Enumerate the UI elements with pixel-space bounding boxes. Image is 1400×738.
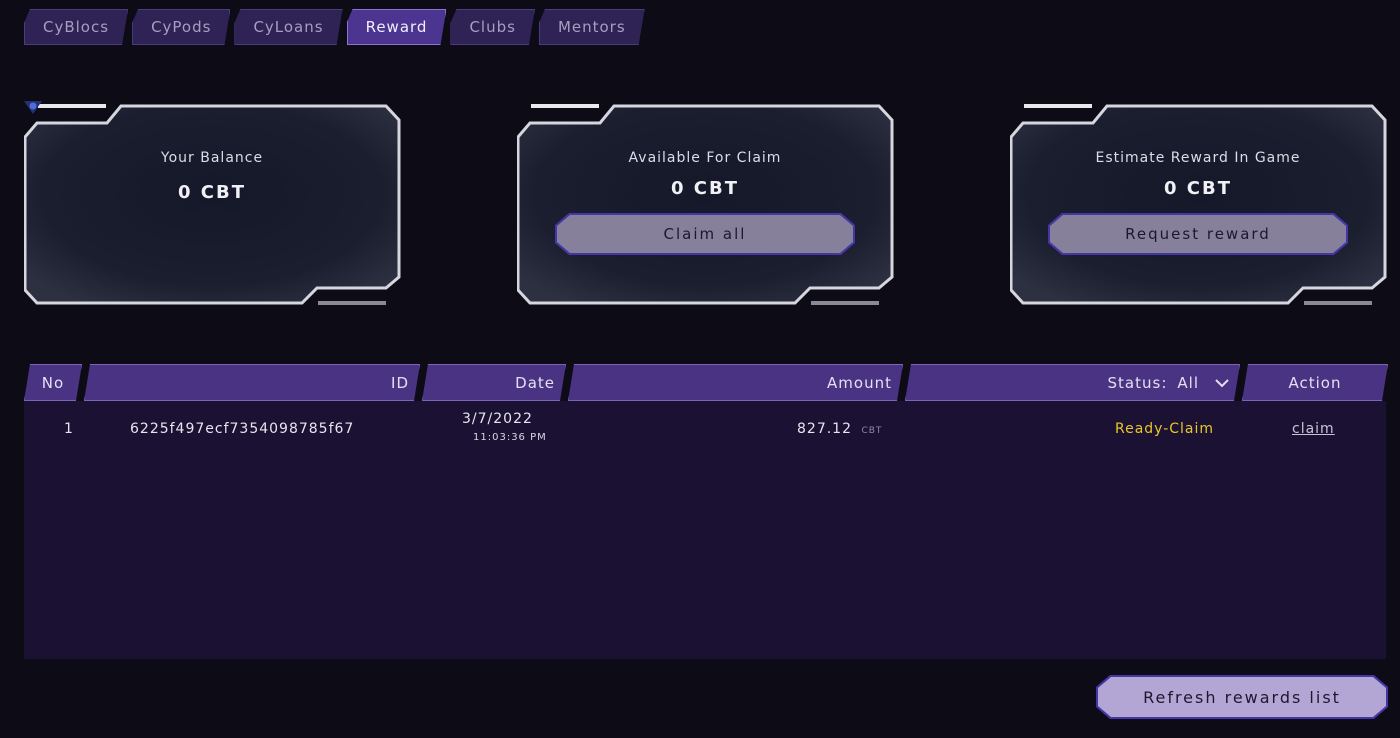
tab-cypods[interactable]: CyPods xyxy=(132,9,230,45)
claim-all-button[interactable]: Claim all xyxy=(555,213,855,255)
chevron-down-icon xyxy=(1215,378,1229,388)
header-no: No xyxy=(24,364,82,401)
row-no: 1 xyxy=(64,421,74,437)
row-time: 11:03:36 PM xyxy=(473,432,547,443)
claim-card: Available For Claim 0 CBT Claim all xyxy=(517,100,895,306)
header-date: Date xyxy=(422,364,566,401)
estimate-value: 0 CBT xyxy=(1164,178,1232,199)
header-id: ID xyxy=(84,364,420,401)
request-reward-button[interactable]: Request reward xyxy=(1048,213,1348,255)
estimate-label: Estimate Reward In Game xyxy=(1095,150,1301,166)
table-row: 1 6225f497ecf7354098785f67 3/7/2022 11:0… xyxy=(24,401,1386,461)
header-amount: Amount xyxy=(568,364,903,401)
row-amount: 827.12 CBT xyxy=(797,421,882,437)
status-badge: Ready-Claim xyxy=(1115,421,1215,437)
tab-mentors[interactable]: Mentors xyxy=(539,9,645,45)
nav-tabs: CyBlocs CyPods CyLoans Reward Clubs Ment… xyxy=(24,9,645,45)
estimate-card: Estimate Reward In Game 0 CBT Request re… xyxy=(1010,100,1388,306)
claim-link[interactable]: claim xyxy=(1292,421,1335,437)
tab-reward[interactable]: Reward xyxy=(347,9,447,45)
status-filter-value: All xyxy=(1177,373,1199,392)
status-filter-dropdown[interactable]: Status: All xyxy=(905,364,1240,401)
balance-card: Your Balance 0 CBT xyxy=(24,100,402,306)
claim-value: 0 CBT xyxy=(671,178,739,199)
refresh-rewards-label: Refresh rewards list xyxy=(1143,687,1341,707)
rewards-table: No ID Date Amount Status: All Action 1 6… xyxy=(24,364,1388,659)
header-action: Action xyxy=(1242,364,1388,401)
amount-value: 827.12 xyxy=(797,421,852,437)
balance-value: 0 CBT xyxy=(178,182,246,203)
balance-label: Your Balance xyxy=(160,150,264,166)
token-icon xyxy=(24,101,42,114)
claim-label: Available For Claim xyxy=(628,150,782,166)
request-reward-label: Request reward xyxy=(1125,225,1271,243)
tab-cyblocs[interactable]: CyBlocs xyxy=(24,9,128,45)
row-id: 6225f497ecf7354098785f67 xyxy=(130,421,355,437)
tab-cyloans[interactable]: CyLoans xyxy=(234,9,342,45)
refresh-rewards-button[interactable]: Refresh rewards list xyxy=(1096,675,1388,719)
table-header: No ID Date Amount Status: All Action xyxy=(24,364,1388,401)
status-filter-label: Status: xyxy=(1107,373,1168,392)
row-date: 3/7/2022 xyxy=(462,411,533,427)
claim-all-label: Claim all xyxy=(663,225,747,243)
amount-unit: CBT xyxy=(861,426,883,436)
tab-clubs[interactable]: Clubs xyxy=(450,9,534,45)
